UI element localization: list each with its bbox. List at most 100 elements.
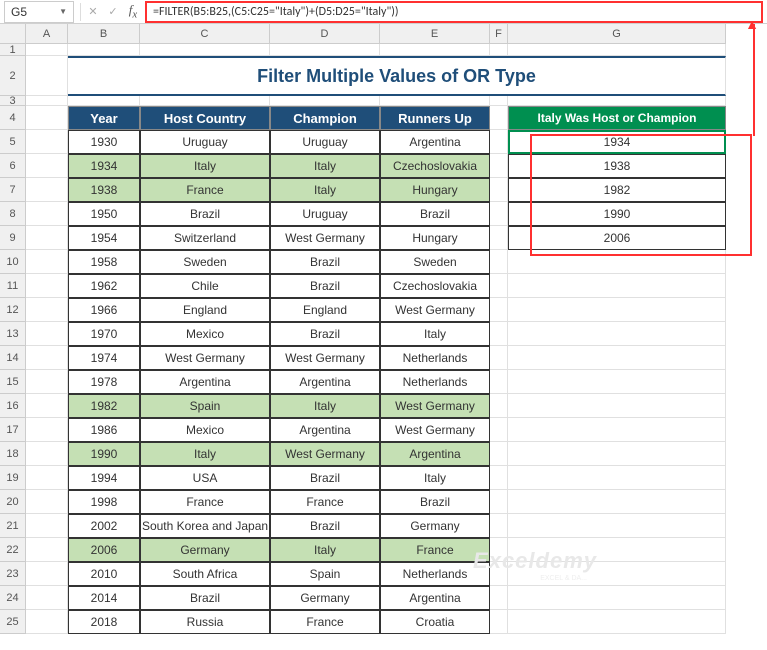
cell-year[interactable]: 1958 [68,250,140,274]
filter-result[interactable]: 1982 [508,178,726,202]
cell[interactable] [508,466,726,490]
cell-year[interactable]: 1938 [68,178,140,202]
cell[interactable] [490,202,508,226]
cell[interactable] [490,298,508,322]
spreadsheet-grid[interactable]: ABCDEFG12Filter Multiple Values of OR Ty… [0,24,767,634]
cell-year[interactable]: 1934 [68,154,140,178]
cell-runners[interactable]: Croatia [380,610,490,634]
row-header[interactable]: 24 [0,586,26,610]
cell-host[interactable]: Germany [140,538,270,562]
cell-champion[interactable]: Uruguay [270,130,380,154]
cell-year[interactable]: 2002 [68,514,140,538]
cell-runners[interactable]: Sweden [380,250,490,274]
cell[interactable] [26,154,68,178]
row-header[interactable]: 7 [0,178,26,202]
cell-host[interactable]: Chile [140,274,270,298]
cell-year[interactable]: 1970 [68,322,140,346]
cell[interactable] [508,322,726,346]
cell-champion[interactable]: West Germany [270,442,380,466]
cell-runners[interactable]: Italy [380,322,490,346]
cell[interactable] [26,96,68,106]
cell-champion[interactable]: Brazil [270,250,380,274]
cell-champion[interactable]: Brazil [270,514,380,538]
cell-host[interactable]: Switzerland [140,226,270,250]
cell[interactable] [26,202,68,226]
cell-champion[interactable]: Brazil [270,274,380,298]
cell[interactable] [490,130,508,154]
cell[interactable] [490,442,508,466]
cell-year[interactable]: 1954 [68,226,140,250]
cancel-icon[interactable]: ✕ [83,2,103,22]
cell-champion[interactable]: Uruguay [270,202,380,226]
row-header[interactable]: 10 [0,250,26,274]
cell-runners[interactable]: Netherlands [380,562,490,586]
cell-year[interactable]: 1986 [68,418,140,442]
cell[interactable] [490,106,508,130]
row-header[interactable]: 9 [0,226,26,250]
cell[interactable] [490,394,508,418]
cell[interactable] [26,514,68,538]
row-header[interactable]: 14 [0,346,26,370]
cell-champion[interactable]: West Germany [270,346,380,370]
cell[interactable] [490,322,508,346]
cell[interactable] [26,106,68,130]
cell-host[interactable]: Russia [140,610,270,634]
cell[interactable] [26,250,68,274]
cell-host[interactable]: Brazil [140,202,270,226]
cell[interactable] [508,96,726,106]
cell[interactable] [508,610,726,634]
row-header[interactable]: 17 [0,418,26,442]
row-header[interactable]: 12 [0,298,26,322]
cell[interactable] [380,44,490,56]
row-header[interactable]: 20 [0,490,26,514]
cell-champion[interactable]: Brazil [270,466,380,490]
cell[interactable] [490,154,508,178]
filter-result[interactable]: 2006 [508,226,726,250]
cell-host[interactable]: Italy [140,442,270,466]
cell[interactable] [508,514,726,538]
cell[interactable] [508,418,726,442]
cell[interactable] [508,586,726,610]
accept-icon[interactable]: ✓ [103,2,123,22]
cell[interactable] [26,298,68,322]
cell-champion[interactable]: France [270,610,380,634]
cell-host[interactable]: Argentina [140,370,270,394]
cell-runners[interactable]: Netherlands [380,370,490,394]
cell-runners[interactable]: Brazil [380,202,490,226]
cell[interactable] [508,274,726,298]
cell[interactable] [26,274,68,298]
cell[interactable] [490,250,508,274]
cell[interactable] [490,466,508,490]
row-header[interactable]: 1 [0,44,26,56]
column-header[interactable]: F [490,24,508,44]
cell-host[interactable]: South Korea and Japan [140,514,270,538]
cell-champion[interactable]: Argentina [270,418,380,442]
cell[interactable] [490,586,508,610]
cell-year[interactable]: 2018 [68,610,140,634]
row-header[interactable]: 23 [0,562,26,586]
cell-runners[interactable]: Hungary [380,226,490,250]
cell-host[interactable]: Spain [140,394,270,418]
row-header[interactable]: 13 [0,322,26,346]
cell[interactable] [26,178,68,202]
cell[interactable] [508,370,726,394]
cell[interactable] [140,96,270,106]
cell[interactable] [26,490,68,514]
cell-year[interactable]: 1962 [68,274,140,298]
cell[interactable] [26,538,68,562]
cell[interactable] [26,346,68,370]
column-header[interactable]: D [270,24,380,44]
cell[interactable] [490,418,508,442]
cell-host[interactable]: West Germany [140,346,270,370]
cell[interactable] [490,274,508,298]
row-header[interactable]: 15 [0,370,26,394]
cell-year[interactable]: 1950 [68,202,140,226]
cell-champion[interactable]: Italy [270,178,380,202]
row-header[interactable]: 16 [0,394,26,418]
row-header[interactable]: 22 [0,538,26,562]
cell[interactable] [26,44,68,56]
cell[interactable] [508,562,726,586]
cell-year[interactable]: 2014 [68,586,140,610]
row-header[interactable]: 5 [0,130,26,154]
cell[interactable] [26,130,68,154]
